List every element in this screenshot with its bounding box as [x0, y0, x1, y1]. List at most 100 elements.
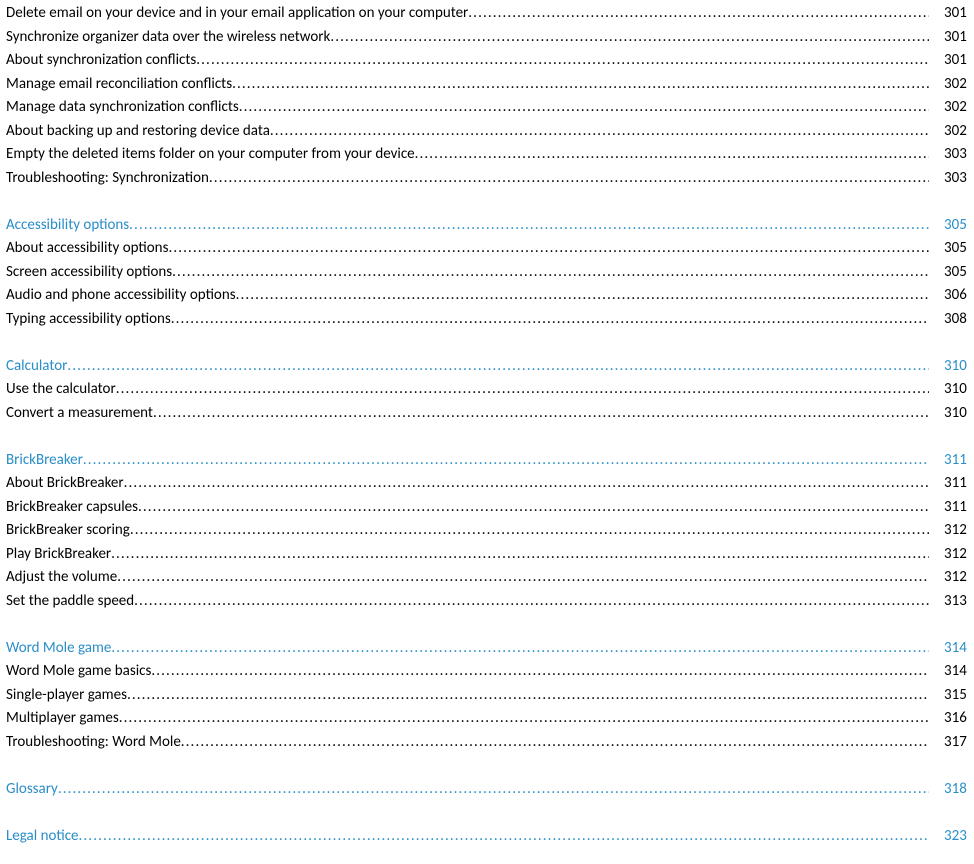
toc-heading-row[interactable]: Word Mole game314 — [6, 639, 974, 663]
toc-heading-row[interactable]: Legal notice 323 — [6, 827, 974, 851]
toc-item-row[interactable]: BrickBreaker scoring 312 — [6, 521, 974, 545]
toc-entry-title: Accessibility options — [6, 216, 129, 234]
toc-item-row[interactable]: Troubleshooting: Word Mole317 — [6, 733, 974, 757]
toc-leader-dots — [270, 122, 929, 140]
toc-spacer — [6, 427, 974, 451]
toc-leader-dots — [138, 498, 929, 516]
toc-leader-dots — [129, 216, 929, 234]
toc-page-number: 308 — [929, 310, 974, 328]
toc-leader-dots — [83, 451, 929, 469]
toc-entry-title: Troubleshooting: Synchronization — [6, 169, 209, 187]
toc-item-row[interactable]: About synchronization conflicts 301 — [6, 51, 974, 75]
toc-entry-title: Calculator — [6, 357, 67, 375]
toc-leader-dots — [153, 404, 929, 422]
toc-entry-title: Word Mole game basics — [6, 662, 151, 680]
toc-leader-dots — [79, 827, 929, 845]
toc-page-number: 306 — [929, 286, 974, 304]
toc-page-number: 301 — [929, 28, 974, 46]
toc-entry-title: Manage email reconciliation conflicts — [6, 75, 232, 93]
toc-spacer — [6, 756, 974, 780]
toc-leader-dots — [171, 310, 929, 328]
toc-leader-dots — [111, 639, 929, 657]
toc-page-number: 310 — [929, 404, 974, 422]
toc-leader-dots — [415, 145, 929, 163]
toc-entry-title: Screen accessibility options — [6, 263, 172, 281]
toc-spacer — [6, 333, 974, 357]
toc-item-row[interactable]: Adjust the volume312 — [6, 568, 974, 592]
toc-page-number: 305 — [929, 263, 974, 281]
toc-page-number: 323 — [929, 827, 974, 845]
toc-item-row[interactable]: Word Mole game basics314 — [6, 662, 974, 686]
toc-item-row[interactable]: About backing up and restoring device da… — [6, 122, 974, 146]
toc-page-number: 302 — [929, 75, 974, 93]
toc-item-row[interactable]: Set the paddle speed313 — [6, 592, 974, 616]
toc-item-row[interactable]: About accessibility options305 — [6, 239, 974, 263]
toc-item-row[interactable]: Manage data synchronization conflicts302 — [6, 98, 974, 122]
toc-spacer — [6, 803, 974, 827]
toc-item-row[interactable]: Multiplayer games316 — [6, 709, 974, 733]
toc-entry-title: About synchronization conflicts — [6, 51, 196, 69]
toc-item-row[interactable]: Play BrickBreaker312 — [6, 545, 974, 569]
toc-page-number: 313 — [929, 592, 974, 610]
toc-page-number: 305 — [929, 216, 974, 234]
toc-item-row[interactable]: BrickBreaker capsules 311 — [6, 498, 974, 522]
toc-entry-title: Glossary — [6, 780, 58, 798]
toc-heading-row[interactable]: Glossary 318 — [6, 780, 974, 804]
toc-leader-dots — [117, 568, 929, 586]
toc-heading-row[interactable]: Calculator 310 — [6, 357, 974, 381]
toc-page-number: 302 — [929, 122, 974, 140]
toc-page-number: 311 — [929, 498, 974, 516]
toc-leader-dots — [134, 592, 929, 610]
toc-entry-title: BrickBreaker capsules — [6, 498, 138, 516]
toc-leader-dots — [127, 686, 929, 704]
toc-item-row[interactable]: Manage email reconciliation conflicts 302 — [6, 75, 974, 99]
toc-item-row[interactable]: Delete email on your device and in your … — [6, 4, 974, 28]
toc-page-number: 311 — [929, 474, 974, 492]
toc-entry-title: Use the calculator — [6, 380, 116, 398]
toc-heading-row[interactable]: BrickBreaker311 — [6, 451, 974, 475]
toc-page-number: 310 — [929, 380, 974, 398]
toc-entry-title: Typing accessibility options — [6, 310, 171, 328]
toc-page-number: 302 — [929, 98, 974, 116]
toc-item-row[interactable]: Single-player games315 — [6, 686, 974, 710]
toc-item-row[interactable]: Convert a measurement310 — [6, 404, 974, 428]
toc-item-row[interactable]: Screen accessibility options 305 — [6, 263, 974, 287]
toc-leader-dots — [232, 75, 929, 93]
toc-entry-title: Empty the deleted items folder on your c… — [6, 145, 415, 163]
toc-leader-dots — [181, 733, 929, 751]
toc-page-number: 310 — [929, 357, 974, 375]
toc-item-row[interactable]: Use the calculator 310 — [6, 380, 974, 404]
toc-leader-dots — [239, 98, 929, 116]
table-of-contents: Delete email on your device and in your … — [6, 4, 974, 850]
toc-leader-dots — [196, 51, 929, 69]
toc-leader-dots — [130, 521, 929, 539]
toc-leader-dots — [151, 662, 929, 680]
toc-heading-row[interactable]: Accessibility options 305 — [6, 216, 974, 240]
toc-spacer — [6, 192, 974, 216]
toc-entry-title: Legal notice — [6, 827, 79, 845]
toc-page-number: 318 — [929, 780, 974, 798]
toc-item-row[interactable]: Audio and phone accessibility options 306 — [6, 286, 974, 310]
toc-leader-dots — [67, 357, 929, 375]
toc-entry-title: Multiplayer games — [6, 709, 119, 727]
toc-item-row[interactable]: Synchronize organizer data over the wire… — [6, 28, 974, 52]
toc-leader-dots — [119, 709, 929, 727]
toc-entry-title: Single-player games — [6, 686, 127, 704]
toc-page-number: 312 — [929, 521, 974, 539]
toc-item-row[interactable]: Empty the deleted items folder on your c… — [6, 145, 974, 169]
toc-leader-dots — [58, 780, 929, 798]
toc-page-number: 303 — [929, 169, 974, 187]
toc-page-number: 317 — [929, 733, 974, 751]
toc-page-number: 314 — [929, 639, 974, 657]
toc-entry-title: Audio and phone accessibility options — [6, 286, 236, 304]
toc-item-row[interactable]: About BrickBreaker311 — [6, 474, 974, 498]
toc-entry-title: Play BrickBreaker — [6, 545, 111, 563]
toc-item-row[interactable]: Typing accessibility options 308 — [6, 310, 974, 334]
toc-leader-dots — [209, 169, 929, 187]
toc-page-number: 301 — [929, 51, 974, 69]
toc-entry-title: BrickBreaker scoring — [6, 521, 130, 539]
toc-entry-title: About accessibility options — [6, 239, 168, 257]
toc-page-number: 301 — [929, 4, 974, 22]
toc-item-row[interactable]: Troubleshooting: Synchronization 303 — [6, 169, 974, 193]
toc-leader-dots — [236, 286, 929, 304]
